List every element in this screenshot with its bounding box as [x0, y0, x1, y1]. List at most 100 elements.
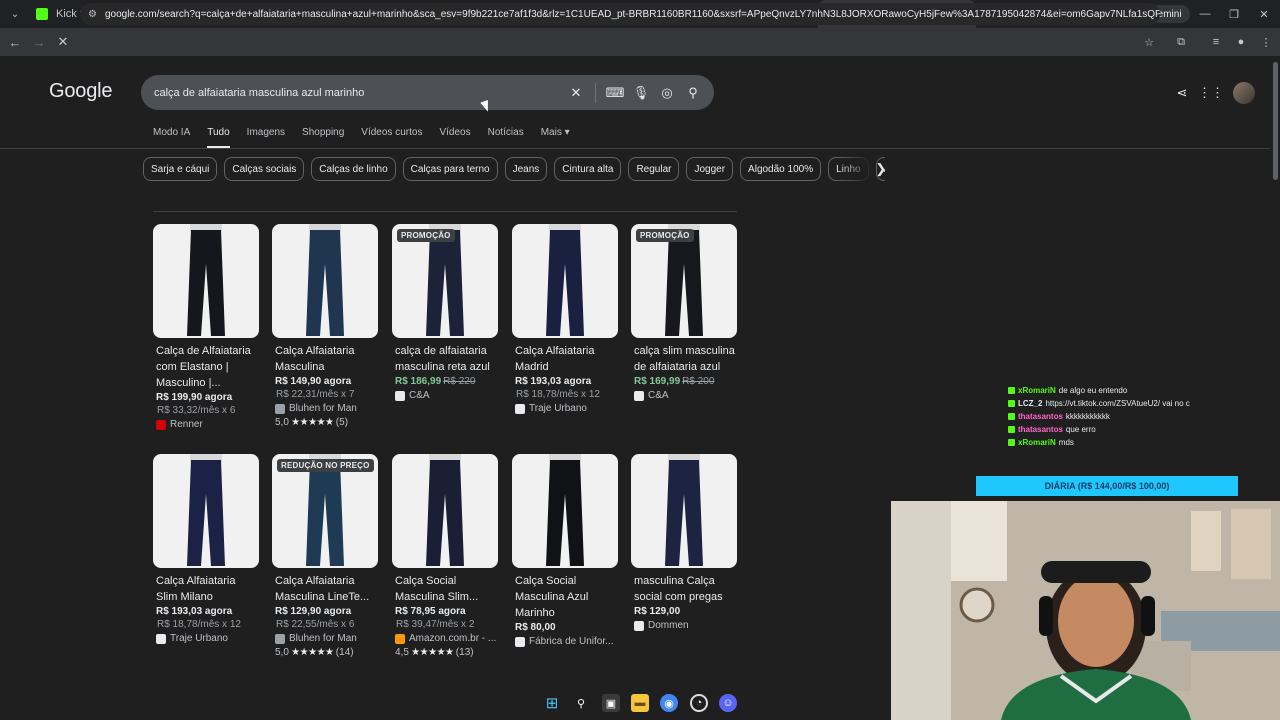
- product-image[interactable]: [631, 454, 737, 568]
- product-card[interactable]: Calça Social Masculina Azul Marinho R$ 80…: [512, 454, 618, 647]
- search-tab[interactable]: Notícias: [488, 127, 524, 148]
- store-link[interactable]: C&A: [631, 390, 737, 401]
- product-image[interactable]: REDUÇÃO NO PREÇO: [272, 454, 378, 568]
- account-avatar[interactable]: [1233, 82, 1255, 104]
- reading-list-icon[interactable]: ≡: [1207, 33, 1225, 51]
- store-link[interactable]: Dommen: [631, 620, 737, 631]
- profile-icon[interactable]: ●: [1232, 33, 1250, 51]
- current-price: R$ 193,03 agora: [515, 376, 592, 387]
- filter-chip[interactable]: Jogger: [686, 157, 734, 181]
- apps-grid-icon[interactable]: ⋮⋮: [1198, 82, 1224, 104]
- filter-chip[interactable]: Calças para terno: [402, 157, 498, 181]
- product-image[interactable]: [512, 224, 618, 338]
- taskbar-search-icon[interactable]: ⚲: [572, 694, 590, 712]
- search-icon[interactable]: ⚲: [680, 80, 706, 106]
- filter-chip[interactable]: Calças sociais: [224, 157, 305, 181]
- product-image[interactable]: [153, 224, 259, 338]
- task-view-icon[interactable]: ▣: [602, 694, 620, 712]
- discord-icon[interactable]: ☺: [719, 694, 737, 712]
- filter-chip[interactable]: Jeans: [504, 157, 548, 181]
- store-link[interactable]: C&A: [392, 390, 498, 401]
- lens-camera-icon[interactable]: ◎: [654, 80, 680, 106]
- bookmark-star-icon[interactable]: ☆: [1140, 33, 1158, 51]
- old-price: R$ 200: [682, 376, 715, 387]
- address-bar[interactable]: ⚙ google.com/search?q=calça+de+alfaiatar…: [80, 3, 1160, 25]
- product-card[interactable]: Calça Social Masculina Slim... R$ 78,95 a…: [392, 454, 498, 658]
- product-title[interactable]: Calça de Alfaiataria com Elastano | Masc…: [153, 343, 259, 391]
- product-image[interactable]: [392, 454, 498, 568]
- product-title[interactable]: Calça Alfaiataria Madrid: [512, 343, 618, 375]
- product-title[interactable]: Calça Alfaiataria Masculina LineTe...: [272, 573, 378, 605]
- product-title[interactable]: Calça Alfaiataria Slim Milano: [153, 573, 259, 605]
- product-title[interactable]: calça slim masculina de alfaiataria azul: [631, 343, 737, 375]
- installment-text: R$ 39,47/mês x 2: [396, 619, 475, 630]
- filter-chip[interactable]: Sarja e cáqui: [143, 157, 218, 181]
- search-input[interactable]: calça de alfaiataria masculina azul mari…: [154, 87, 563, 99]
- share-icon[interactable]: ⋖: [1171, 82, 1193, 104]
- close-window-button[interactable]: ✕: [1249, 0, 1279, 28]
- product-title[interactable]: Calça Social Masculina Azul Marinho: [512, 573, 618, 621]
- extensions-icon[interactable]: ⧉: [1172, 33, 1190, 51]
- product-card[interactable]: PROMOÇÃO calça slim masculina de alfaiata…: [631, 224, 737, 401]
- filter-chip[interactable]: Calças de linho: [311, 157, 396, 181]
- back-icon[interactable]: ←: [3, 35, 27, 50]
- minimize-button[interactable]: —: [1190, 0, 1220, 28]
- google-logo[interactable]: Google: [49, 80, 112, 103]
- store-link[interactable]: Renner: [153, 419, 259, 430]
- store-link[interactable]: Bluhen for Man: [272, 403, 378, 414]
- filter-chip[interactable]: Algodão 100%: [740, 157, 822, 181]
- stream-goal-banner: DIÁRIA (R$ 144,00/R$ 100,00): [976, 476, 1238, 496]
- product-image[interactable]: PROMOÇÃO: [392, 224, 498, 338]
- search-box[interactable]: calça de alfaiataria masculina azul mari…: [141, 75, 714, 110]
- search-tab[interactable]: Imagens: [247, 127, 285, 148]
- scrollbar-thumb[interactable]: [1273, 62, 1278, 180]
- maximize-button[interactable]: ❐: [1219, 0, 1249, 28]
- product-image[interactable]: [153, 454, 259, 568]
- product-image[interactable]: PROMOÇÃO: [631, 224, 737, 338]
- search-tab[interactable]: Vídeos curtos: [361, 127, 422, 148]
- forward-icon[interactable]: →: [27, 35, 51, 50]
- product-card[interactable]: Calça Alfaiataria Masculina R$ 149,90 ago…: [272, 224, 378, 428]
- store-name: Fábrica de Unifor...: [529, 636, 614, 647]
- chips-next-icon[interactable]: ❯: [872, 160, 890, 178]
- search-tab[interactable]: Vídeos: [439, 127, 470, 148]
- store-link[interactable]: Amazon.com.br - ...: [392, 633, 498, 644]
- store-link[interactable]: Fábrica de Unifor...: [512, 636, 618, 647]
- product-card[interactable]: Calça Alfaiataria Madrid R$ 193,03 agora R…: [512, 224, 618, 414]
- microphone-icon[interactable]: 🎙: [628, 80, 654, 106]
- search-tab[interactable]: Modo IA: [153, 127, 190, 148]
- installment-text: R$ 22,31/mês x 7: [276, 389, 355, 400]
- chrome-icon[interactable]: ◉: [660, 694, 678, 712]
- search-tab[interactable]: Mais ▾: [541, 127, 570, 148]
- filter-chip[interactable]: Regular: [628, 157, 680, 181]
- store-link[interactable]: Traje Urbano: [153, 633, 259, 644]
- file-explorer-icon[interactable]: ▬: [631, 694, 649, 712]
- product-title[interactable]: calça de alfaiataria masculina reta azul: [392, 343, 498, 375]
- current-price: R$ 80,00: [515, 622, 556, 633]
- tab-search-icon[interactable]: ⌄: [2, 4, 28, 24]
- browser-menu-icon[interactable]: ⋮: [1257, 33, 1275, 51]
- search-tab[interactable]: Shopping: [302, 127, 344, 148]
- clear-search-icon[interactable]: ✕: [563, 80, 589, 106]
- product-title[interactable]: Calça Social Masculina Slim...: [392, 573, 498, 605]
- store-link[interactable]: Bluhen for Man: [272, 633, 378, 644]
- store-link[interactable]: Traje Urbano: [512, 403, 618, 414]
- product-card[interactable]: PROMOÇÃO calça de alfaiataria masculina r…: [392, 224, 498, 401]
- product-image[interactable]: [272, 224, 378, 338]
- old-price: R$ 220: [443, 376, 476, 387]
- product-card[interactable]: masculina Calça social com pregas R$ 129,…: [631, 454, 737, 631]
- search-tab[interactable]: Tudo: [207, 127, 230, 148]
- chat-text: https://vt.tiktok.com/ZSVAtueU2/ vai no …: [1045, 399, 1190, 408]
- obs-icon[interactable]: ◔: [690, 694, 708, 712]
- stop-loading-icon[interactable]: ✕: [51, 34, 75, 50]
- filter-chip[interactable]: Cintura alta: [554, 157, 622, 181]
- product-image[interactable]: [512, 454, 618, 568]
- product-title[interactable]: Calça Alfaiataria Masculina: [272, 343, 378, 375]
- site-info-icon[interactable]: ⚙: [88, 9, 97, 20]
- windows-start-icon[interactable]: ⊞: [543, 694, 561, 712]
- product-card[interactable]: Calça Alfaiataria Slim Milano R$ 193,03 a…: [153, 454, 259, 644]
- product-card[interactable]: Calça de Alfaiataria com Elastano | Masc…: [153, 224, 259, 430]
- product-card[interactable]: REDUÇÃO NO PREÇO Calça Alfaiataria Mascul…: [272, 454, 378, 658]
- keyboard-icon[interactable]: ⌨: [602, 80, 628, 106]
- product-title[interactable]: masculina Calça social com pregas: [631, 573, 737, 605]
